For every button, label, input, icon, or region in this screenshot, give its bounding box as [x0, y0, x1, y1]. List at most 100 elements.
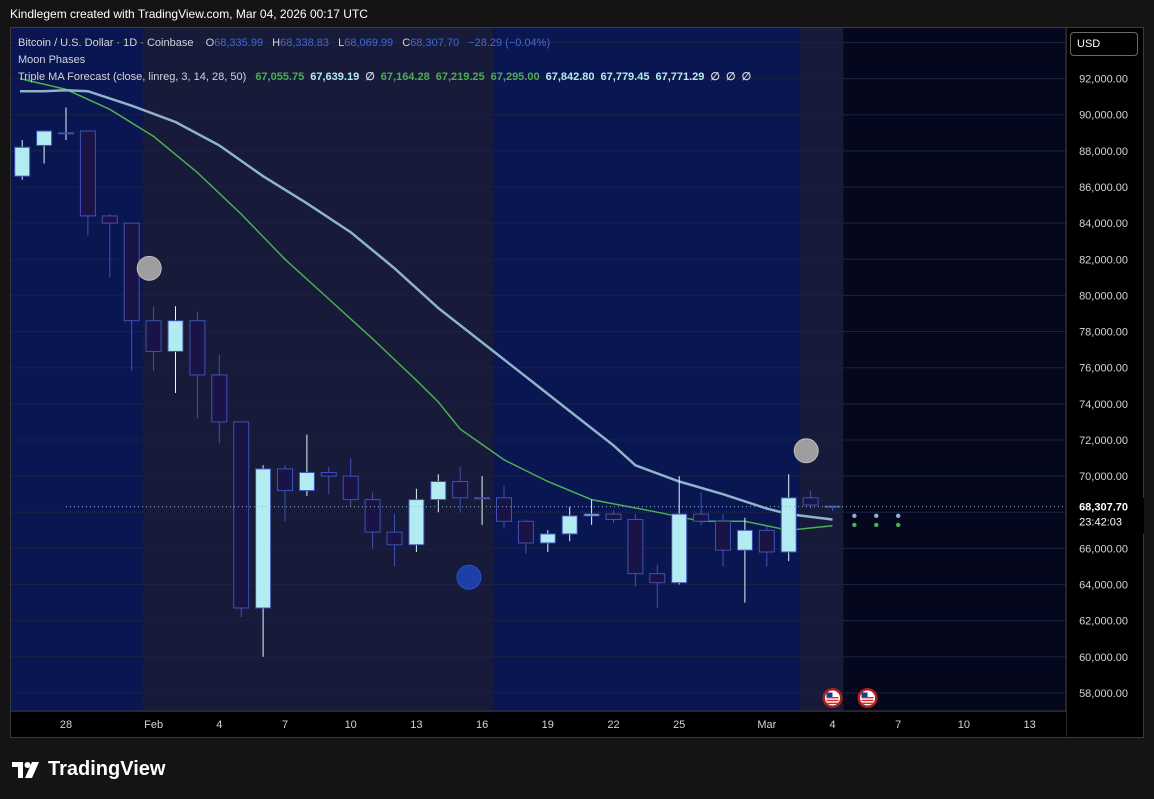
chart-legend: Bitcoin / U.S. Dollar · 1D · Coinbase O6… [18, 35, 757, 86]
ma-legend-value: 67,639.19 [310, 71, 360, 83]
flag-canton [861, 692, 868, 697]
candle-body [167, 320, 184, 352]
candle-body [79, 130, 96, 217]
y-tick-label: 82,000.00 [1079, 254, 1128, 266]
candle-body [36, 130, 53, 146]
x-tick-label: 22 [607, 719, 619, 731]
y-tick-label: 74,000.00 [1079, 399, 1128, 411]
candle-body [824, 505, 841, 508]
ma-forecast-row[interactable]: Triple MA Forecast (close, linreg, 3, 14… [18, 69, 757, 86]
ma-legend-value: 67,164.28 [380, 71, 430, 83]
close-label: C [402, 37, 411, 49]
open-label: O [205, 37, 215, 49]
full-moon-marker [793, 438, 819, 464]
high-value: 68,338.83 [280, 37, 330, 49]
candle-body [14, 146, 31, 177]
x-tick-label: 19 [542, 719, 554, 731]
y-tick-label: 58,000.00 [1079, 688, 1128, 700]
y-tick-label: 90,000.00 [1079, 110, 1128, 122]
candle-body [539, 533, 556, 544]
x-tick-label: 28 [60, 719, 72, 731]
candle-body [583, 513, 600, 517]
new-moon-marker [456, 564, 482, 590]
symbol-row[interactable]: Bitcoin / U.S. Dollar · 1D · Coinbase O6… [18, 35, 757, 52]
ma-forecast-values: 67,055.75 67,639.19 ∅ 67,164.28 67,219.25 67,… [255, 71, 757, 83]
flag-stripe [861, 699, 874, 702]
ma-legend-value: ∅ [365, 71, 375, 83]
open-value: 68,335.99 [214, 37, 264, 49]
tradingview-logo-icon [12, 761, 39, 778]
candle-body [277, 468, 293, 492]
candle-body [189, 320, 206, 376]
y-tick-label: 70,000.00 [1079, 471, 1128, 483]
candle-body [101, 215, 118, 224]
tradingview-wordmark: TradingView [48, 758, 166, 780]
candle-body [386, 531, 403, 546]
candle-body [517, 520, 534, 544]
moon-phases-row[interactable]: Moon Phases [18, 52, 757, 69]
countdown-label: 23:42:03 [1079, 517, 1122, 529]
flag-stripe [826, 699, 839, 702]
candle-body [298, 471, 315, 492]
x-tick-label: 25 [673, 719, 685, 731]
x-tick-label: 13 [410, 719, 422, 731]
candle-body [342, 475, 359, 501]
candle-body [780, 497, 797, 553]
y-tick-label: 66,000.00 [1079, 543, 1128, 555]
forecast-dot [874, 513, 879, 519]
candle-body [605, 513, 622, 520]
high-label: H [272, 37, 281, 49]
y-tick-label: 84,000.00 [1079, 218, 1128, 230]
ma-legend-value: 67,055.75 [255, 71, 305, 83]
full-moon-marker [136, 255, 162, 281]
flag-stripe [861, 697, 874, 699]
x-tick-label: 10 [958, 719, 970, 731]
flag-stripe [826, 697, 839, 699]
candle-body [430, 481, 447, 501]
candle-body [649, 573, 666, 584]
forecast-dot [852, 522, 857, 528]
y-tick-label: 88,000.00 [1079, 146, 1128, 158]
moon-phases-label: Moon Phases [18, 54, 86, 66]
ma-legend-value: 67,771.29 [655, 71, 705, 83]
x-tick-label: 4 [216, 719, 222, 731]
y-tick-label: 86,000.00 [1079, 182, 1128, 194]
candle-body [802, 497, 819, 506]
symbol-name: Bitcoin / U.S. Dollar · 1D · Coinbase [18, 37, 194, 49]
x-tick-label: 7 [895, 719, 901, 731]
ma-legend-value: ∅ [741, 71, 752, 83]
candle-body [452, 481, 469, 499]
y-tick-label: 72,000.00 [1079, 435, 1128, 447]
x-axis-background [11, 712, 1066, 737]
currency-selector[interactable]: USD [1070, 32, 1138, 56]
y-tick-label: 64,000.00 [1079, 580, 1128, 592]
candle-body [233, 421, 250, 609]
candle-body [123, 222, 140, 322]
x-tick-label: 4 [829, 719, 835, 731]
flag-canton [826, 692, 833, 697]
candle-body [320, 471, 337, 477]
ma-forecast-label: Triple MA Forecast (close, linreg, 3, 14… [18, 71, 247, 83]
change-value: −28.29 (−0.04%) [468, 37, 551, 49]
candle-body [364, 499, 381, 533]
ma-legend-value: 67,842.80 [545, 71, 595, 83]
low-value: 68,069.99 [344, 37, 394, 49]
forecast-dot [852, 513, 857, 519]
candle-body [474, 497, 491, 500]
price-chart[interactable]: 94,000.0092,000.0090,000.0088,000.0086,0… [0, 0, 1154, 799]
ma-legend-value: ∅ [710, 71, 720, 83]
flag-stripe [826, 702, 839, 704]
candle-body [758, 529, 775, 553]
candle-body [736, 529, 753, 551]
candle-body [58, 132, 74, 135]
forecast-dot [896, 513, 901, 519]
candle-body [255, 468, 272, 609]
y-axis-background [1067, 28, 1143, 737]
candle-body [627, 518, 644, 575]
candle-body [693, 513, 710, 522]
y-tick-label: 80,000.00 [1079, 290, 1128, 302]
close-value: 68,307.70 [410, 37, 460, 49]
phase-band [493, 28, 800, 711]
x-tick-label: 10 [345, 719, 357, 731]
phase-band [11, 28, 143, 711]
